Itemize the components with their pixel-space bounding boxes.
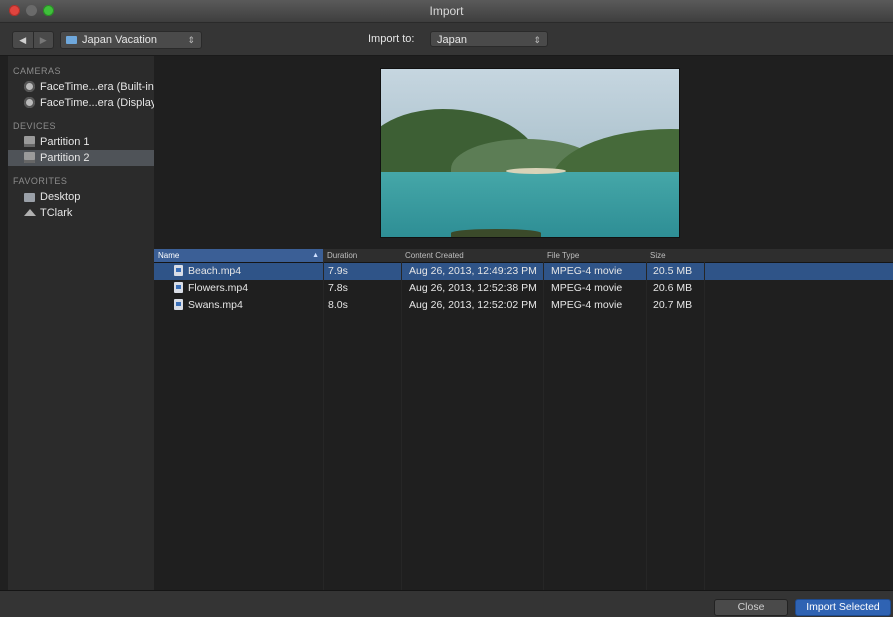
title-bar: Import <box>0 0 893 23</box>
desktop-icon <box>24 193 35 202</box>
sidebar-item-tclark[interactable]: TClark <box>8 205 154 221</box>
sort-ascending-icon: ▲ <box>312 252 319 259</box>
size-cell: 20.5 MB <box>653 265 693 277</box>
cameras-header: CAMERAS <box>13 66 62 76</box>
camera-icon <box>24 81 35 92</box>
file-name-cell: Beach.mp4 <box>174 263 241 280</box>
duration-cell: 8.0s <box>328 299 348 311</box>
column-header-duration[interactable]: Duration <box>323 249 401 262</box>
column-header-file-type[interactable]: File Type <box>543 249 646 262</box>
toolbar: ◀ ▶ Japan Vacation ⇕ Import to: Japan ⇕ <box>0 23 893 56</box>
camera-icon <box>24 97 35 108</box>
drive-icon <box>24 152 35 163</box>
sidebar-item-label: Desktop <box>40 191 81 203</box>
preview-rocks <box>451 229 541 237</box>
favorites-header: FAVORITES <box>13 176 68 186</box>
folder-icon <box>66 36 77 44</box>
sidebar-item-camera-builtin[interactable]: FaceTime...era (Built-in) <box>8 79 158 95</box>
location-popup[interactable]: Japan Vacation ⇕ <box>60 31 202 49</box>
sidebar-item-partition-1[interactable]: Partition 1 <box>8 134 154 150</box>
column-header-label: Name <box>158 251 180 260</box>
sidebar-item-label: TClark <box>40 207 73 219</box>
sidebar: CAMERAS FaceTime...era (Built-in) FaceTi… <box>8 56 160 590</box>
import-selected-button[interactable]: Import Selected <box>795 599 891 616</box>
created-cell: Aug 26, 2013, 12:49:23 PM <box>409 265 537 277</box>
home-icon <box>24 209 36 216</box>
import-to-value: Japan <box>437 34 467 46</box>
file-name: Beach.mp4 <box>188 265 242 277</box>
table-row[interactable]: Flowers.mp4 7.8s Aug 26, 2013, 12:52:38 … <box>154 280 893 297</box>
window-title: Import <box>429 4 464 18</box>
devices-header: DEVICES <box>13 121 57 131</box>
preview-beach <box>506 168 566 174</box>
sidebar-item-partition-2[interactable]: Partition 2 <box>8 150 154 166</box>
import-window: Import ◀ ▶ Japan Vacation ⇕ Import to: J… <box>0 0 893 617</box>
file-name-cell: Flowers.mp4 <box>174 280 248 297</box>
table-header: Name ▲ Duration Content Created File Typ… <box>154 249 893 263</box>
column-divider <box>323 262 324 590</box>
sidebar-item-label: Partition 1 <box>40 136 90 148</box>
sidebar-item-label: Partition 2 <box>40 152 90 164</box>
location-label: Japan Vacation <box>82 34 158 46</box>
forward-icon[interactable]: ▶ <box>34 32 54 48</box>
preview-sea <box>381 172 679 237</box>
video-preview[interactable] <box>380 68 680 238</box>
drive-icon <box>24 136 35 147</box>
bottom-bar: Close Import Selected <box>0 590 893 617</box>
content-area: Name ▲ Duration Content Created File Typ… <box>154 56 893 590</box>
navigation-buttons: ◀ ▶ <box>12 31 54 49</box>
duration-cell: 7.9s <box>328 265 348 277</box>
import-to-popup[interactable]: Japan ⇕ <box>430 31 548 47</box>
video-file-icon <box>174 282 183 293</box>
column-divider <box>704 262 705 590</box>
import-to-label: Import to: <box>368 33 415 45</box>
column-divider <box>646 262 647 590</box>
column-header-size[interactable]: Size <box>646 249 704 262</box>
file-type-cell: MPEG-4 movie <box>551 265 623 277</box>
column-header-content-created[interactable]: Content Created <box>401 249 543 262</box>
media-table: Name ▲ Duration Content Created File Typ… <box>154 249 893 590</box>
size-cell: 20.7 MB <box>653 299 693 311</box>
sidebar-item-label: FaceTime...era (Display) <box>40 97 161 109</box>
file-type-cell: MPEG-4 movie <box>551 299 623 311</box>
close-button[interactable]: Close <box>714 599 788 616</box>
sidebar-item-camera-display[interactable]: FaceTime...era (Display) <box>8 95 160 111</box>
file-name: Flowers.mp4 <box>188 282 249 294</box>
file-name: Swans.mp4 <box>188 299 243 311</box>
table-row[interactable]: Beach.mp4 7.9s Aug 26, 2013, 12:49:23 PM… <box>154 263 893 280</box>
table-row[interactable]: Swans.mp4 8.0s Aug 26, 2013, 12:52:02 PM… <box>154 297 893 314</box>
file-name-cell: Swans.mp4 <box>174 297 243 314</box>
sidebar-item-desktop[interactable]: Desktop <box>8 189 154 205</box>
sidebar-item-label: FaceTime...era (Built-in) <box>40 81 158 93</box>
video-file-icon <box>174 299 183 310</box>
back-icon[interactable]: ◀ <box>13 32 34 48</box>
size-cell: 20.6 MB <box>653 282 693 294</box>
file-type-cell: MPEG-4 movie <box>551 282 623 294</box>
video-file-icon <box>174 265 183 276</box>
popup-arrows-icon: ⇕ <box>187 35 195 45</box>
column-divider <box>543 262 544 590</box>
column-divider <box>401 262 402 590</box>
created-cell: Aug 26, 2013, 12:52:02 PM <box>409 299 537 311</box>
duration-cell: 7.8s <box>328 282 348 294</box>
created-cell: Aug 26, 2013, 12:52:38 PM <box>409 282 537 294</box>
popup-arrows-icon: ⇕ <box>533 35 541 45</box>
column-header-name[interactable]: Name ▲ <box>154 249 323 262</box>
